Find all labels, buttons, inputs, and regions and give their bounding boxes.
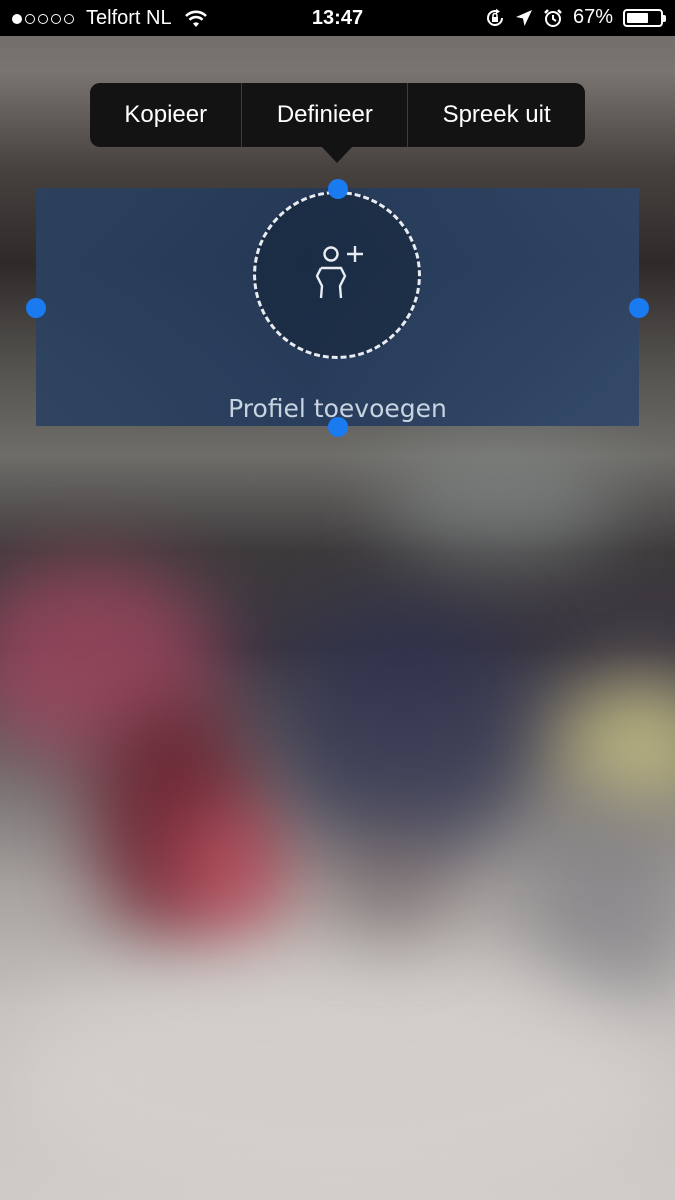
selection-handle-top[interactable]	[328, 179, 348, 199]
battery-percent: 67%	[572, 6, 613, 28]
status-bar: Telfort NL 13:47 67%	[0, 0, 675, 36]
selection-handle-right[interactable]	[629, 298, 649, 318]
speak-menu-item[interactable]: Spreek uit	[408, 83, 585, 147]
copy-menu-item[interactable]: Kopieer	[90, 83, 241, 147]
add-profile-button[interactable]	[253, 191, 421, 359]
alarm-icon	[544, 8, 562, 27]
battery-level	[627, 12, 649, 23]
selection-handle-left[interactable]	[26, 298, 46, 318]
location-arrow-icon	[515, 9, 532, 26]
define-menu-item[interactable]: Definieer	[242, 83, 407, 147]
battery-icon	[623, 8, 666, 27]
screen: Telfort NL 13:47 67% Kopieer Definieer S…	[0, 0, 675, 1200]
add-profile-card[interactable]: Profiel toevoegen	[36, 188, 639, 426]
rotation-lock-icon	[486, 8, 503, 26]
selection-handle-bottom[interactable]	[328, 417, 348, 437]
person-plus-icon	[315, 246, 363, 299]
edit-menu: Kopieer Definieer Spreek uit	[90, 83, 585, 147]
menu-pointer-arrow	[321, 146, 353, 163]
